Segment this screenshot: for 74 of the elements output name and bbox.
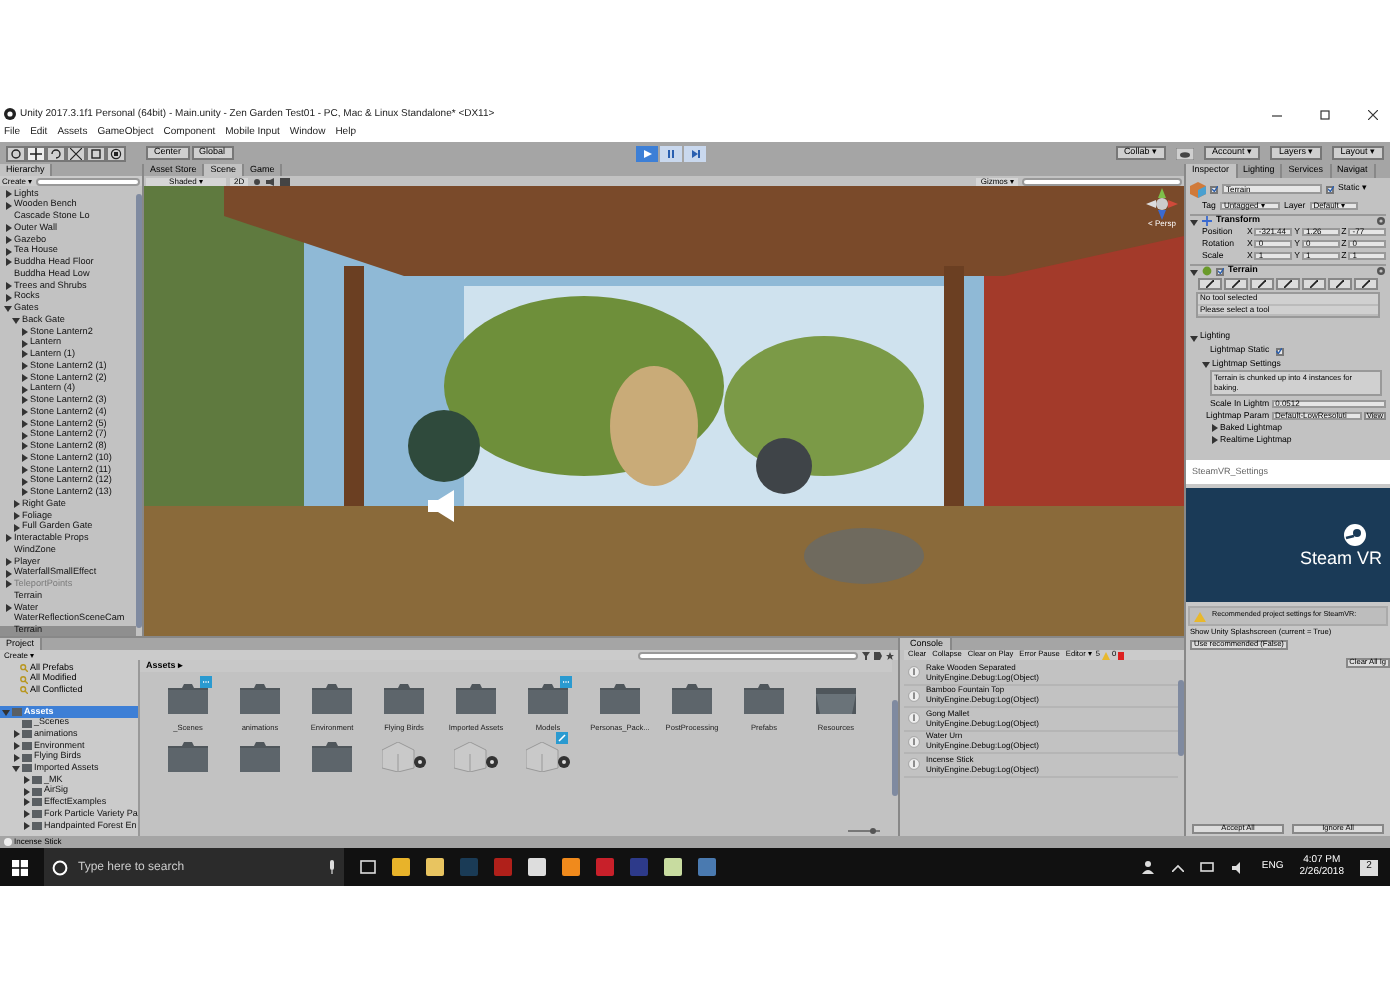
scrollbar[interactable] xyxy=(1178,680,1184,756)
expanded-arrow-icon xyxy=(1190,267,1198,275)
microphone-icon xyxy=(328,860,336,874)
logo-text: Steam VR xyxy=(1299,549,1382,567)
terrain-icon xyxy=(1202,266,1212,276)
checkmark-icon xyxy=(1327,186,1333,192)
brush-icon xyxy=(1206,280,1214,288)
tool-icon xyxy=(70,147,82,159)
tool-button[interactable] xyxy=(6,145,26,161)
search-field[interactable] xyxy=(638,651,858,659)
close-icon xyxy=(1368,109,1378,119)
info-icon xyxy=(908,735,920,748)
slider-thumb[interactable] xyxy=(870,828,877,834)
tool-icon xyxy=(30,147,42,159)
tool-icon xyxy=(90,147,102,159)
people-icon xyxy=(1141,860,1156,874)
terrain-tool-button[interactable] xyxy=(1302,278,1326,290)
battery-icon xyxy=(1199,862,1216,872)
search-icon xyxy=(20,663,28,672)
brush-icon xyxy=(1232,280,1240,288)
terrain-tool-button[interactable] xyxy=(1224,278,1248,290)
windows-logo-icon xyxy=(12,859,28,875)
transform-icon xyxy=(1202,216,1212,226)
tool-button[interactable] xyxy=(106,145,126,161)
star-icon xyxy=(886,651,894,659)
brush-icon xyxy=(1258,280,1266,288)
tool-icon xyxy=(110,147,122,159)
checkbox[interactable] xyxy=(1210,185,1218,193)
minimize-icon xyxy=(1272,109,1282,119)
brush-icon xyxy=(1362,280,1370,288)
scrollbar[interactable] xyxy=(136,194,142,628)
error-icon xyxy=(1118,651,1125,659)
tool-button[interactable] xyxy=(66,145,86,161)
terrain-tool-button[interactable] xyxy=(1276,278,1300,290)
maximize-icon xyxy=(1320,109,1330,119)
terrain-tool-button[interactable] xyxy=(1198,278,1222,290)
volume-icon xyxy=(1231,861,1246,873)
terrain-tool-button[interactable] xyxy=(1328,278,1352,290)
effects-icon xyxy=(280,177,291,185)
search-circle-icon xyxy=(52,859,68,875)
checkmark-icon xyxy=(1217,268,1223,274)
tool-icon xyxy=(10,147,22,159)
tool-button[interactable] xyxy=(26,145,46,161)
checkbox[interactable] xyxy=(1275,347,1284,355)
brush-icon xyxy=(1284,280,1292,288)
expanded-arrow-icon xyxy=(1190,333,1198,341)
warning-icon xyxy=(1194,611,1206,621)
info-icon xyxy=(908,689,920,702)
info-icon xyxy=(908,758,920,771)
scene-gizmo-icon xyxy=(1146,188,1178,220)
brush-icon xyxy=(1336,280,1344,288)
expanded-arrow-icon xyxy=(1190,217,1198,225)
scrollbar[interactable] xyxy=(892,700,898,796)
terrain-tool-button[interactable] xyxy=(1250,278,1274,290)
info-icon xyxy=(908,712,920,725)
tool-button[interactable] xyxy=(86,145,106,161)
terrain-tool-button[interactable] xyxy=(1354,278,1378,290)
task-view-icon xyxy=(360,860,376,874)
search-field[interactable] xyxy=(1022,177,1182,185)
size-slider[interactable] xyxy=(848,828,880,834)
checkbox[interactable] xyxy=(1326,185,1334,193)
checkmark-icon xyxy=(1276,348,1283,354)
info-icon xyxy=(4,838,12,846)
tool-icon xyxy=(50,147,62,159)
search-field[interactable] xyxy=(36,177,140,185)
light-icon xyxy=(252,177,263,185)
expanded-arrow-icon xyxy=(1202,360,1210,368)
checkmark-icon xyxy=(1211,186,1217,192)
info-icon xyxy=(908,666,920,679)
cube-icon xyxy=(1190,181,1206,197)
speaker-icon xyxy=(428,490,456,522)
tool-button[interactable] xyxy=(46,145,66,161)
checkbox[interactable] xyxy=(1216,267,1224,275)
brush-icon xyxy=(1310,280,1318,288)
